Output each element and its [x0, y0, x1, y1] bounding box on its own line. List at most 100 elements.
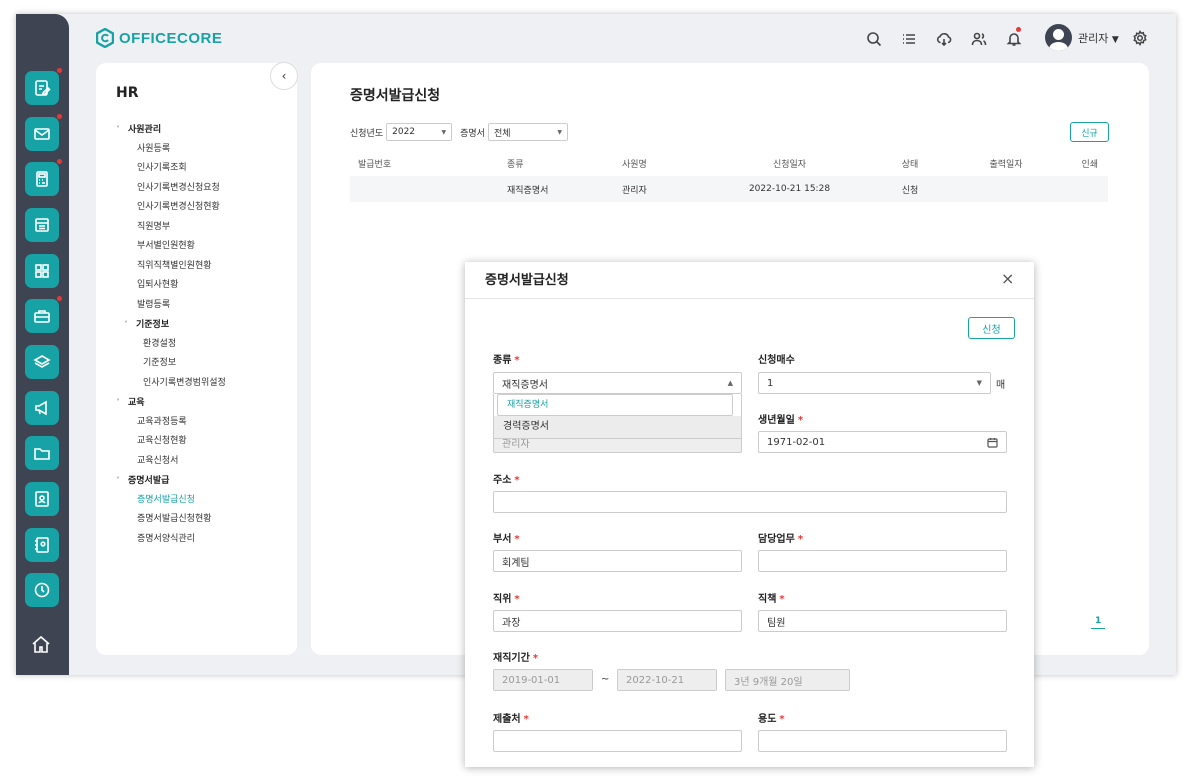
notification-dot [57, 159, 62, 164]
count-select[interactable]: 1 ▼ [758, 372, 991, 394]
chevron-down-icon: ▼ [557, 128, 562, 136]
menu-item[interactable]: 인사기록변경신청현황 [116, 198, 226, 218]
folder-icon[interactable] [25, 436, 59, 470]
chevron-down-icon: ˅ [116, 398, 120, 407]
table-cell: 신청 [901, 185, 919, 196]
menu-group-employee[interactable]: ˅ 사원관리 [116, 120, 226, 140]
search-icon[interactable] [856, 26, 891, 52]
app-logo[interactable]: OFFICECORE [96, 28, 222, 48]
address-label: 주소 * [493, 475, 520, 486]
menu-group-certificate[interactable]: ˅ 증명서발급 [116, 471, 226, 491]
dropdown-option[interactable]: 재직증명서 [497, 394, 733, 416]
menu-item[interactable]: 증명서양식관리 [116, 530, 226, 550]
avatar [1045, 24, 1072, 51]
column-header[interactable]: 인쇄 [1054, 157, 1108, 170]
request-table: 발급번호 종류 사원명 신청일자 상태 출력일자 인쇄 재직증명서 관리자 20… [350, 151, 1108, 202]
gear-icon[interactable] [1132, 30, 1148, 46]
menu-item[interactable]: 교육과정등록 [116, 413, 226, 433]
page-title: 증명서발급신청 [350, 88, 441, 104]
table-header: 발급번호 종류 사원명 신청일자 상태 출력일자 인쇄 [350, 151, 1108, 176]
menu-group-education[interactable]: ˅ 교육 [116, 393, 226, 413]
chevron-down-icon: ˅ [116, 476, 120, 485]
birth-label: 생년월일 * [758, 415, 804, 426]
column-header[interactable]: 상태 [862, 157, 958, 170]
logo-icon [96, 28, 114, 48]
menu-item[interactable]: 인사기록변경신청요청 [116, 179, 226, 199]
home-icon[interactable] [30, 634, 54, 658]
menu-item[interactable]: 입퇴사현황 [116, 276, 226, 296]
briefcase-icon[interactable] [25, 296, 62, 333]
menu-item[interactable]: 인사기록조회 [116, 159, 226, 179]
period-total-field: 3년 9개월 20일 [725, 669, 850, 691]
user-menu[interactable]: 관리자 ▼ [1045, 24, 1119, 51]
layers-icon[interactable] [25, 345, 59, 379]
position-field[interactable]: 과장 [493, 610, 742, 632]
table-cell: 2022-10-21 15:28 [748, 184, 831, 194]
sidebar-panel: HR ˅ 사원관리 사원등록 인사기록조회 인사기록변경신청요청 인사기록변경신청… [96, 63, 297, 655]
apps-grid-icon[interactable] [25, 254, 59, 288]
cert-filter-label: 증명서 [460, 128, 485, 139]
submit-to-field[interactable] [493, 730, 742, 752]
menu-item[interactable]: 직위직책별인원현황 [116, 257, 226, 277]
column-header[interactable]: 사원명 [602, 157, 717, 170]
dept-label: 부서 * [493, 534, 520, 545]
address-book-icon[interactable] [25, 528, 59, 562]
kind-select[interactable]: 재직증명서 ▲ [493, 372, 742, 394]
contact-card-icon[interactable] [25, 482, 59, 516]
menu-item[interactable]: 증명서발급신청현황 [116, 510, 226, 530]
close-icon[interactable]: × [1001, 269, 1014, 288]
menu-item[interactable]: 교육신청서 [116, 452, 226, 472]
period-to-field: 2022-10-21 [617, 669, 717, 691]
logo-text: OFFICECORE [119, 29, 223, 47]
table-row[interactable]: 재직증명서 관리자 2022-10-21 15:28 신청 [350, 176, 1108, 202]
new-button[interactable]: 신규 [1070, 122, 1109, 142]
year-select[interactable]: 2022 ▼ [386, 123, 453, 141]
period-from-field: 2019-01-01 [493, 669, 593, 691]
dropdown-option[interactable]: 경력증명서 [494, 416, 741, 438]
column-header[interactable]: 출력일자 [958, 157, 1054, 170]
address-field[interactable] [493, 491, 1007, 513]
filter-bar: 신청년도 2022 ▼ 증명서 전체 ▼ [350, 123, 576, 141]
menu-item[interactable]: 직원명부 [116, 218, 226, 238]
apply-button[interactable]: 신청 [968, 317, 1015, 339]
birth-date-field[interactable]: 1971-02-01 [758, 431, 1007, 453]
bell-icon[interactable] [996, 26, 1031, 52]
column-header[interactable]: 발급번호 [350, 157, 457, 170]
period-separator: ~ [601, 674, 610, 685]
pagination-page[interactable]: 1 [1091, 616, 1106, 629]
column-header[interactable]: 종류 [457, 157, 602, 170]
kind-dropdown-list: 재직증명서 경력증명서 [493, 394, 742, 439]
document-edit-icon[interactable] [25, 68, 62, 105]
menu-item[interactable]: 발령등록 [116, 296, 226, 316]
table-cell: 재직증명서 [507, 185, 549, 196]
megaphone-icon[interactable] [25, 391, 59, 425]
duty-field[interactable] [758, 550, 1007, 572]
menu-item[interactable]: 인사기록변경범위설정 [116, 374, 226, 394]
menu-item[interactable]: 부서별인원현황 [116, 237, 226, 257]
cert-select[interactable]: 전체 ▼ [487, 123, 568, 141]
calendar-icon[interactable] [987, 437, 998, 448]
title-field[interactable]: 팀원 [758, 610, 1007, 632]
cloud-download-icon[interactable] [926, 26, 961, 52]
title-label: 직책 * [758, 594, 785, 605]
mail-icon[interactable] [25, 114, 62, 151]
clock-icon[interactable] [25, 573, 59, 607]
menu-item-active[interactable]: 증명서발급신청 [116, 491, 226, 511]
list-board-icon[interactable] [25, 208, 59, 242]
user-name: 관리자 ▼ [1078, 31, 1119, 45]
menu-item[interactable]: 교육신청현황 [116, 432, 226, 452]
menu-item[interactable]: 기준정보 [116, 354, 226, 374]
count-unit: 매 [996, 380, 1006, 391]
dept-field[interactable]: 회계팀 [493, 550, 742, 572]
users-icon[interactable] [961, 26, 996, 52]
menu-item[interactable]: 환경설정 [116, 335, 226, 355]
purpose-field[interactable] [758, 730, 1007, 752]
calculator-icon[interactable] [25, 159, 62, 196]
position-label: 직위 * [493, 594, 520, 605]
count-label: 신청매수 [758, 355, 795, 366]
menu-subgroup-standard[interactable]: ˅ 기준정보 [116, 315, 226, 335]
column-header[interactable]: 신청일자 [717, 157, 862, 170]
sidebar-collapse-button[interactable]: ‹ [270, 62, 298, 90]
list-icon[interactable] [891, 26, 926, 52]
menu-item[interactable]: 사원등록 [116, 140, 226, 160]
